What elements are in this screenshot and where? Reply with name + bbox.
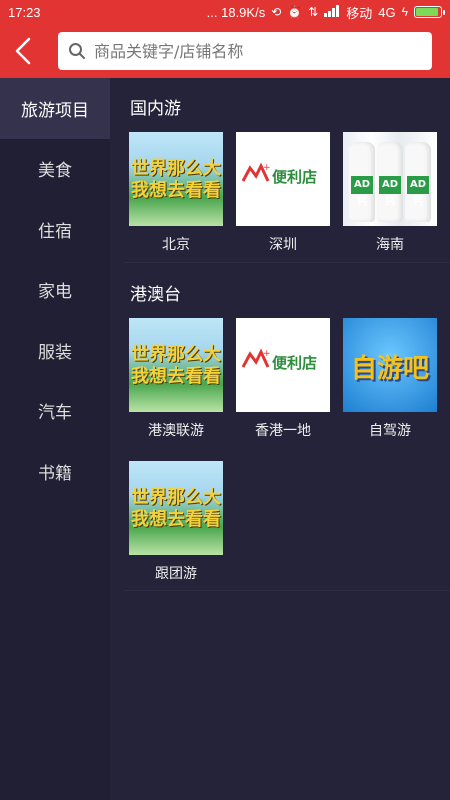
card-label: 跟团游 — [155, 566, 197, 582]
card-label: 海南 — [376, 237, 404, 253]
back-arrow-icon — [15, 37, 31, 65]
category-card[interactable]: + 便利店 香港一地 — [236, 318, 330, 440]
store-mark-icon: + — [242, 348, 271, 368]
ziyou-poster-image: 自游吧 — [343, 318, 437, 412]
card-label: 自驾游 — [369, 423, 411, 439]
milk-bottles-image: AD钙 AD钙 AD钙 — [343, 132, 437, 226]
search-input[interactable] — [94, 41, 394, 61]
poster-text: 世界那么大 我想去看看 — [131, 158, 221, 201]
category-card[interactable]: 世界那么大 我想去看看 跟团游 — [129, 461, 223, 583]
store-logo-text: 便利店 — [272, 168, 318, 186]
search-icon — [69, 43, 85, 59]
card-label: 港澳联游 — [148, 423, 204, 439]
sidebar-item-lodging[interactable]: 住宿 — [0, 199, 110, 260]
product-grid: 国内游 世界那么大 我想去看看 北京 + 便利店 深圳 AD钙 AD钙 AD钙 … — [110, 78, 450, 800]
store-mark-icon: + — [242, 162, 271, 182]
sidebar-item-food[interactable]: 美食 — [0, 139, 110, 200]
section-title: 港澳台 — [130, 285, 181, 305]
poster-text: 世界那么大 我想去看看 — [131, 487, 221, 530]
poster-text: 自游吧 — [350, 354, 429, 384]
charging-icon: ϟ — [401, 5, 408, 19]
card-label: 香港一地 — [255, 423, 311, 439]
svg-text:+: + — [263, 163, 271, 173]
category-card[interactable]: 世界那么大 我想去看看 北京 — [129, 132, 223, 254]
signal-icon — [324, 5, 340, 19]
sync-icon: ⟲ — [271, 5, 282, 19]
sidebar-item-clothing[interactable]: 服装 — [0, 320, 110, 381]
store-logo-image: + 便利店 — [236, 132, 330, 226]
store-logo-image: + 便利店 — [236, 318, 330, 412]
status-time: 17:23 — [8, 4, 41, 20]
store-logo-text: 便利店 — [272, 354, 318, 372]
sidebar-item-books[interactable]: 书籍 — [0, 441, 110, 502]
sidebar-item-travel[interactable]: 旅游项目 — [0, 78, 110, 139]
travel-poster-image: 世界那么大 我想去看看 — [129, 318, 223, 412]
top-bar: 17:23 ... 18.9K/s ⟲ ⏰ ⇅ 移动 4G ϟ — [0, 0, 450, 78]
carrier-label: 移动 — [346, 5, 373, 21]
svg-text:+: + — [263, 349, 271, 359]
sidebar-item-cars[interactable]: 汽车 — [0, 381, 110, 442]
back-button[interactable] — [0, 24, 46, 78]
travel-poster-image: 世界那么大 我想去看看 — [129, 461, 223, 555]
header — [0, 24, 450, 78]
card-label: 深圳 — [269, 237, 297, 253]
travel-poster-image: 世界那么大 我想去看看 — [129, 132, 223, 226]
bottle-label: AD钙 — [407, 176, 429, 208]
category-card[interactable]: 世界那么大 我想去看看 港澳联游 — [129, 318, 223, 440]
search-box[interactable] — [58, 32, 432, 70]
divider — [124, 262, 450, 263]
divider — [124, 590, 450, 591]
sidebar-item-appliances[interactable]: 家电 — [0, 260, 110, 321]
vibrate-icon: ⇅ — [308, 5, 319, 19]
poster-text: 世界那么大 我想去看看 — [131, 344, 221, 387]
category-card[interactable]: + 便利店 深圳 — [236, 132, 330, 254]
section-title: 国内游 — [130, 99, 181, 119]
bottle-label: AD钙 — [379, 176, 401, 208]
network-type: 4G — [378, 4, 396, 20]
alarm-icon: ⏰ — [287, 5, 303, 19]
bottle-label: AD钙 — [351, 176, 373, 208]
category-sidebar: 旅游项目 美食 住宿 家电 服装 汽车 书籍 — [0, 78, 110, 800]
network-speed: ... 18.9K/s — [206, 4, 266, 20]
card-label: 北京 — [162, 237, 190, 253]
status-bar: 17:23 ... 18.9K/s ⟲ ⏰ ⇅ 移动 4G ϟ — [0, 0, 450, 24]
battery-icon — [414, 6, 445, 18]
category-card[interactable]: AD钙 AD钙 AD钙 海南 — [343, 132, 437, 254]
category-card[interactable]: 自游吧 自驾游 — [343, 318, 437, 440]
